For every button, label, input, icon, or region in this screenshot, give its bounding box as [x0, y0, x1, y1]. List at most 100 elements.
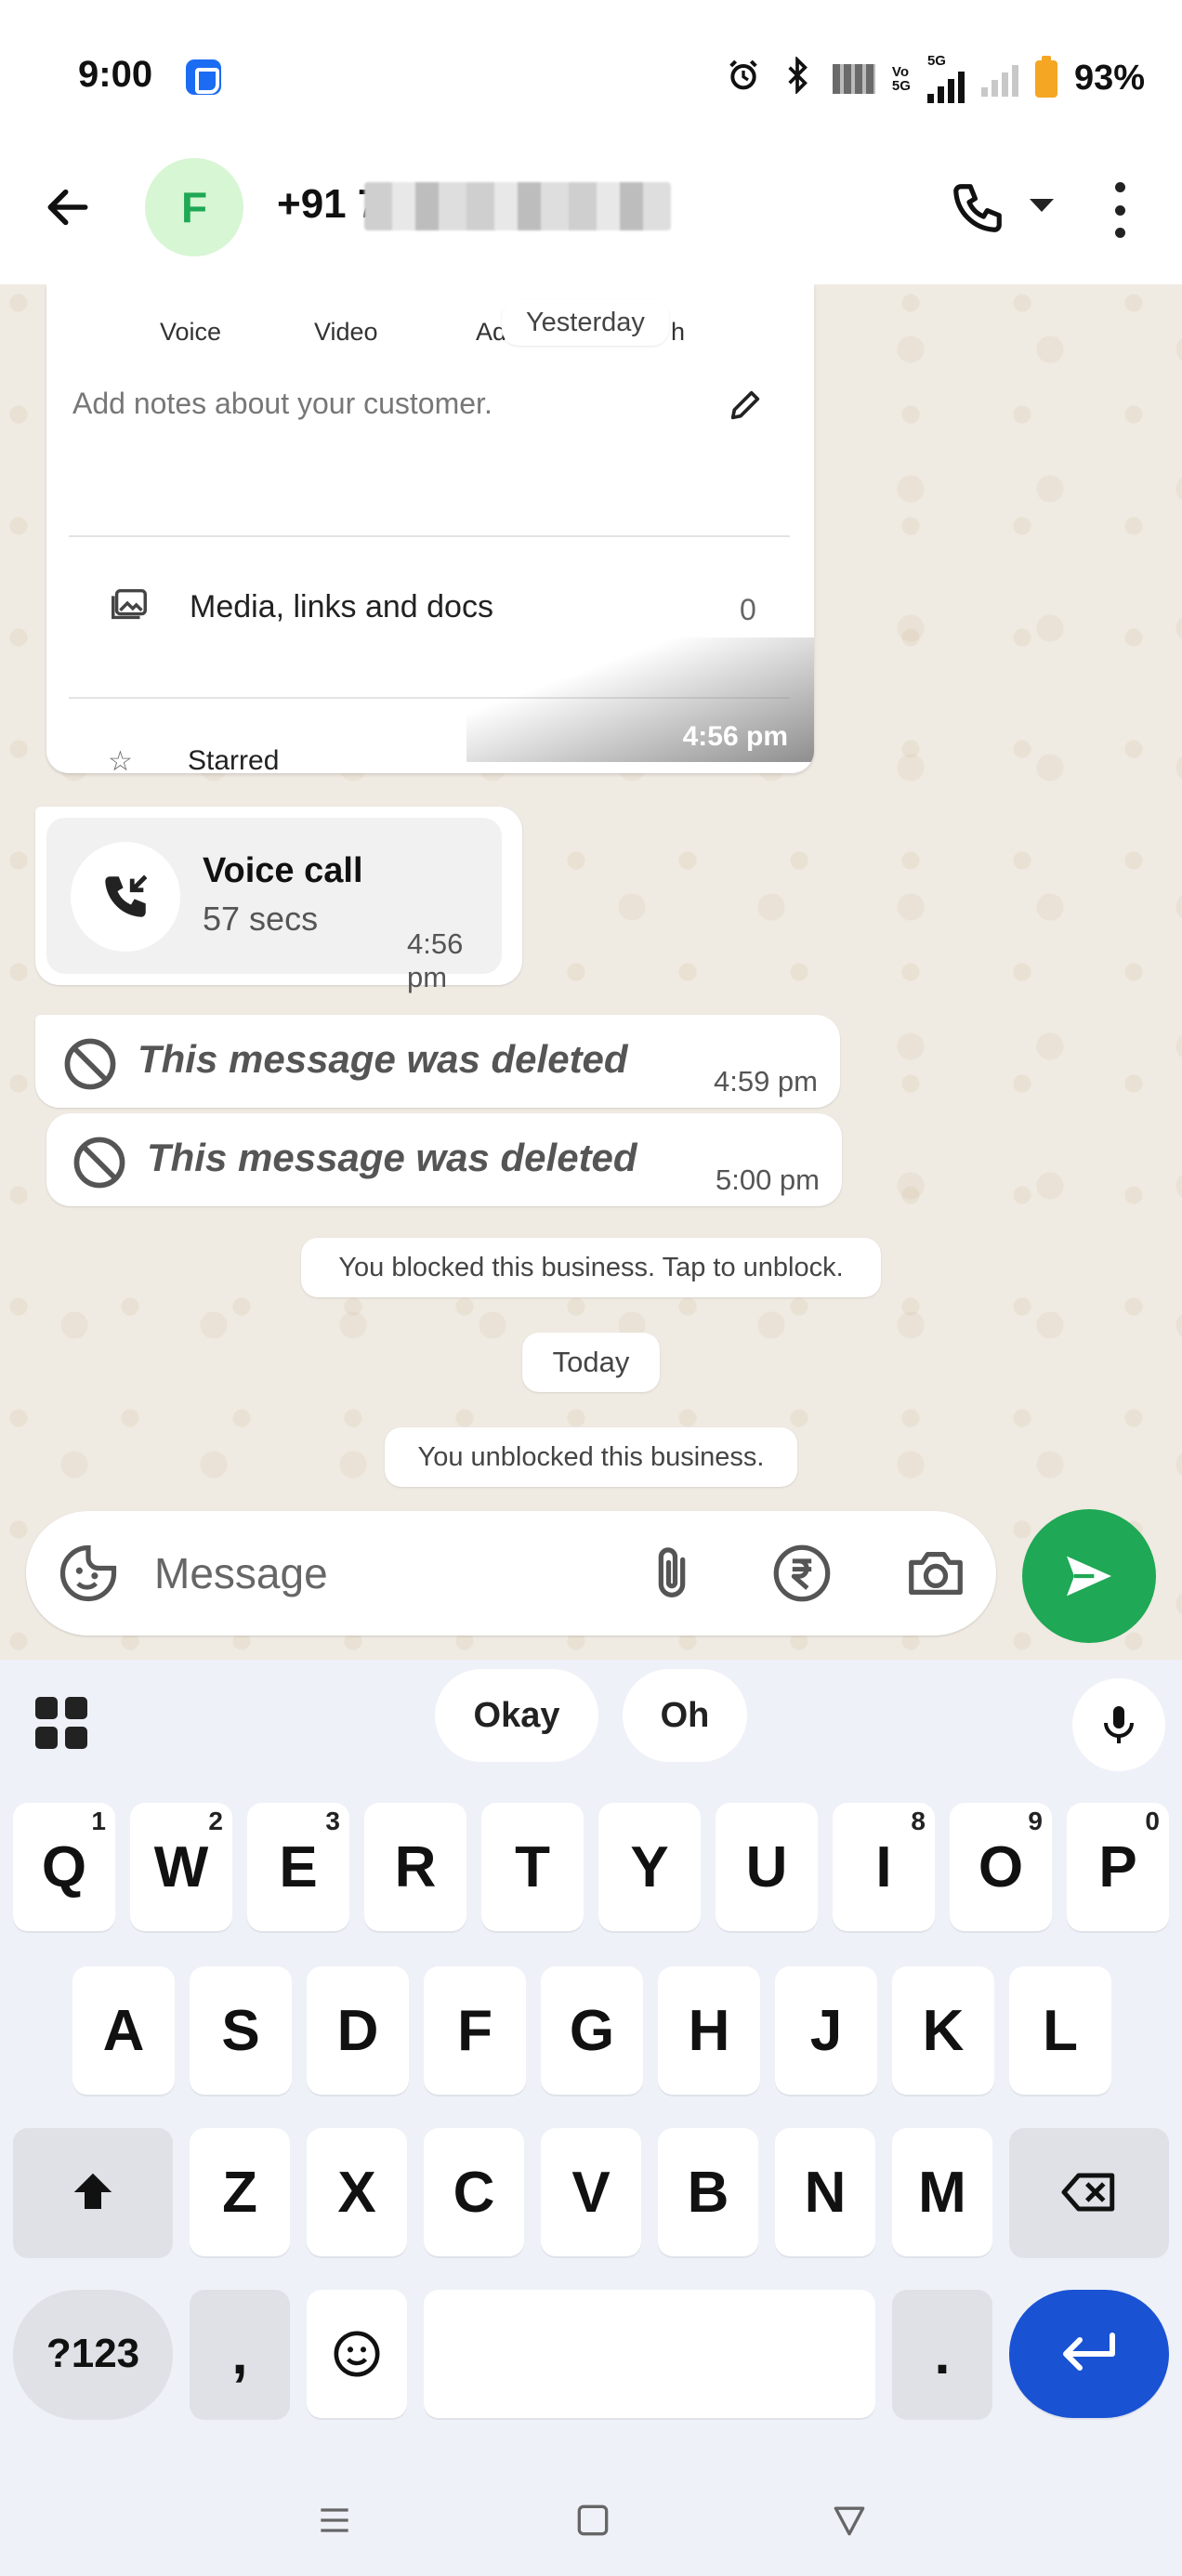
payment-rupee-icon[interactable] — [769, 1541, 834, 1606]
key-i[interactable]: I8 — [833, 1803, 935, 1931]
key-label: H — [688, 1998, 730, 2063]
shift-key[interactable] — [13, 2128, 173, 2256]
key-hint: 2 — [208, 1807, 223, 1835]
key-r[interactable]: R — [364, 1803, 466, 1931]
camera-icon[interactable] — [903, 1541, 968, 1606]
microphone-button[interactable] — [1072, 1678, 1165, 1771]
app-notification-icon — [186, 59, 221, 95]
enter-key[interactable] — [1009, 2290, 1169, 2418]
key-e[interactable]: E3 — [247, 1803, 349, 1931]
keyboard-menu-grid-icon[interactable] — [35, 1697, 87, 1749]
keyboard-toolbar: Okay Oh — [0, 1660, 1182, 1777]
star-icon: ☆ — [108, 746, 133, 773]
attachment-icon[interactable] — [639, 1541, 704, 1606]
comma-key[interactable]: , — [190, 2290, 290, 2418]
key-label: I — [875, 1834, 892, 1899]
key-a[interactable]: A — [72, 1966, 175, 2095]
key-c[interactable]: C — [424, 2128, 524, 2256]
call-options-caret-icon[interactable] — [1030, 199, 1054, 212]
deleted-message[interactable]: This message was deleted 4:59 pm — [35, 1015, 840, 1108]
space-key[interactable] — [424, 2290, 875, 2418]
key-u[interactable]: U — [716, 1803, 818, 1931]
contact-avatar[interactable]: F — [145, 158, 243, 256]
period-key[interactable]: . — [892, 2290, 992, 2418]
key-s[interactable]: S — [190, 1966, 292, 2095]
key-label: P — [1098, 1834, 1137, 1899]
battery-percentage: 93% — [1073, 59, 1145, 98]
send-button[interactable] — [1022, 1509, 1156, 1643]
key-k[interactable]: K — [892, 1966, 994, 2095]
key-t[interactable]: T — [481, 1803, 584, 1931]
signal-strength-icon: 5G — [926, 54, 965, 103]
backspace-icon — [1061, 2173, 1115, 2212]
key-b[interactable]: B — [658, 2128, 758, 2256]
backspace-key[interactable] — [1009, 2128, 1169, 2256]
key-g[interactable]: G — [541, 1966, 643, 2095]
enter-arrow-icon — [1063, 2333, 1115, 2371]
key-label: Z — [222, 2160, 257, 2225]
message-time: 4:56 pm — [407, 927, 464, 993]
key-w[interactable]: W2 — [130, 1803, 232, 1931]
key-x[interactable]: X — [307, 2128, 407, 2256]
deleted-message[interactable]: This message was deleted 5:00 pm — [46, 1113, 842, 1206]
image-tab-label: Voice — [160, 318, 222, 346]
key-hint: 9 — [1028, 1807, 1043, 1835]
key-label: J — [809, 1998, 843, 2063]
key-o[interactable]: O9 — [950, 1803, 1052, 1931]
key-label: D — [336, 1998, 379, 2063]
image-media-label: Media, links and docs — [190, 589, 493, 624]
alarm-icon — [725, 57, 762, 100]
key-j[interactable]: J — [775, 1966, 877, 2095]
key-z[interactable]: Z — [190, 2128, 290, 2256]
chat-area[interactable]: Voice Video Ad h Add notes about your cu… — [0, 284, 1182, 1660]
status-bar: 9:00 Vo 5G 5G 93% — [0, 0, 1182, 149]
image-tab-label: Video — [314, 318, 378, 346]
back-button[interactable] — [37, 177, 98, 238]
recent-apps-button[interactable] — [307, 2492, 362, 2548]
deleted-message-text: This message was deleted — [147, 1136, 637, 1179]
image-message[interactable]: Voice Video Ad h Add notes about your cu… — [46, 284, 814, 773]
key-h[interactable]: H — [658, 1966, 760, 2095]
voice-call-button[interactable] — [944, 175, 1011, 242]
key-p[interactable]: P0 — [1067, 1803, 1169, 1931]
key-f[interactable]: F — [424, 1966, 526, 2095]
date-chip-yesterday: Yesterday — [502, 299, 669, 346]
system-blocked-notice[interactable]: You blocked this business. Tap to unbloc… — [301, 1238, 881, 1297]
message-input[interactable] — [154, 1539, 619, 1608]
key-q[interactable]: Q1 — [13, 1803, 115, 1931]
blocked-circle-icon — [64, 1038, 116, 1090]
divider — [69, 535, 790, 537]
home-button[interactable] — [565, 2492, 621, 2548]
emoji-key[interactable] — [307, 2290, 407, 2418]
back-arrow-icon — [47, 189, 88, 226]
key-label: K — [922, 1998, 965, 2063]
key-label: R — [394, 1834, 437, 1899]
key-label: W — [153, 1834, 209, 1899]
suggestion-chip[interactable]: Oh — [623, 1669, 747, 1762]
key-d[interactable]: D — [307, 1966, 409, 2095]
shift-arrow-icon — [73, 2173, 112, 2209]
suggestion-chip[interactable]: Okay — [435, 1669, 598, 1762]
key-hint: 1 — [91, 1807, 106, 1835]
symbols-key[interactable]: ?123 — [13, 2290, 173, 2418]
back-nav-button[interactable] — [821, 2492, 877, 2548]
key-label: Y — [630, 1834, 669, 1899]
more-options-button[interactable] — [1104, 182, 1136, 238]
key-label: O — [978, 1834, 1024, 1899]
key-v[interactable]: V — [541, 2128, 641, 2256]
system-unblocked-notice: You unblocked this business. — [385, 1427, 797, 1487]
key-n[interactable]: N — [775, 2128, 875, 2256]
key-m[interactable]: M — [892, 2128, 992, 2256]
signal-strength-secondary-icon — [980, 61, 1018, 97]
square-icon — [577, 2504, 609, 2536]
message-composer — [26, 1511, 996, 1636]
bluetooth-icon — [779, 55, 816, 100]
key-label: F — [457, 1998, 492, 2063]
key-y[interactable]: Y — [598, 1803, 701, 1931]
send-icon — [1067, 1556, 1111, 1597]
key-l[interactable]: L — [1009, 1966, 1111, 2095]
smiley-icon — [334, 2331, 380, 2377]
menu-lines-icon — [321, 2508, 348, 2532]
voice-call-message[interactable]: Voice call 57 secs 4:56 pm — [35, 807, 522, 993]
sticker-emoji-icon[interactable] — [58, 1543, 119, 1604]
